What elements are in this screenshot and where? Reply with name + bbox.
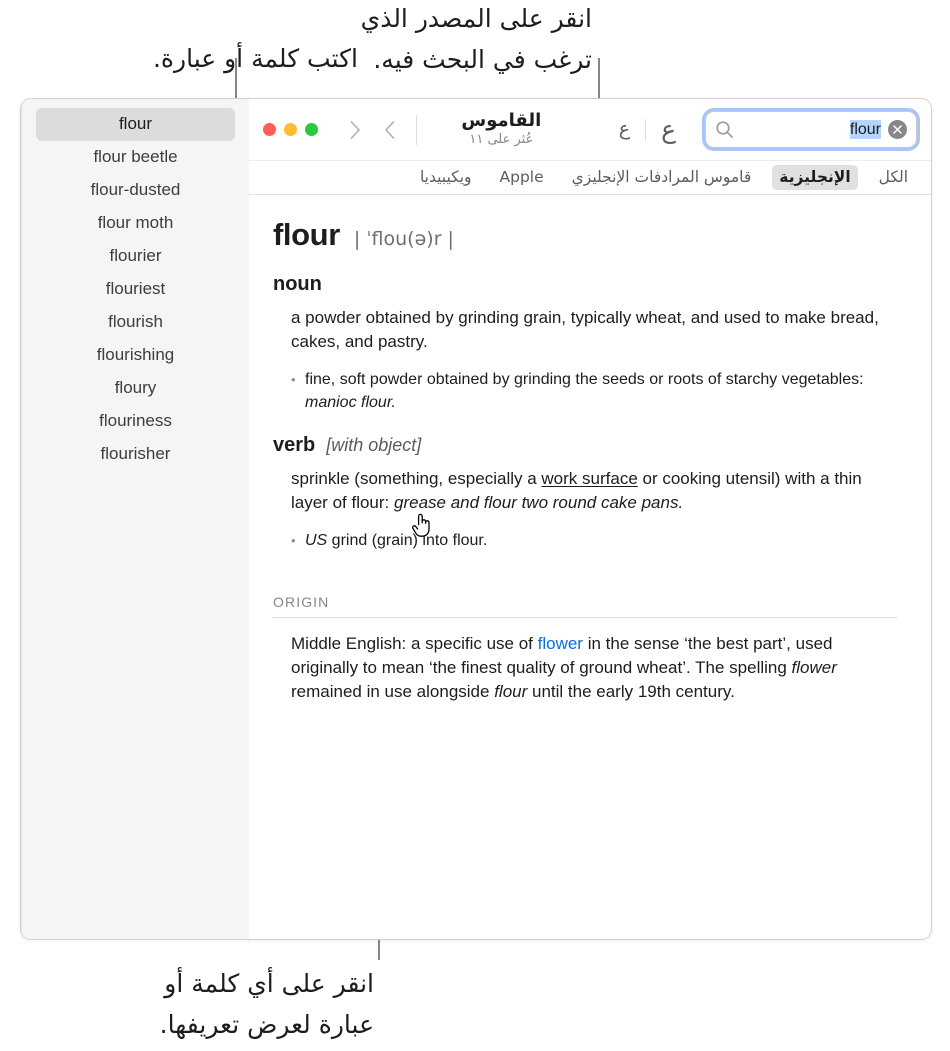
search-icon [716, 121, 733, 138]
zoom-window-button[interactable] [305, 123, 318, 136]
verb-sense-example: grease and flour two round cake pans. [394, 493, 684, 512]
sidebar-item-flouriness[interactable]: flouriness [36, 405, 235, 438]
increase-font-size-button[interactable]: ع [646, 117, 691, 142]
back-chevron-icon[interactable] [372, 115, 406, 145]
search-input-value: flour [849, 119, 881, 139]
verb-label: verb [273, 434, 316, 456]
window-toolbar: القاموس عُثر على ١١ ع ع flour [249, 99, 931, 160]
sidebar-item-flourishing[interactable]: flourishing [36, 339, 235, 372]
origin-italic-flour: flour [494, 682, 528, 701]
navigation-buttons [338, 114, 417, 145]
search-input[interactable]: flour [734, 119, 888, 139]
search-field[interactable]: flour [705, 111, 917, 148]
sidebar-item-flourish[interactable]: flourish [36, 306, 235, 339]
results-sidebar: flour flour beetle flour-dusted flour mo… [21, 99, 249, 939]
callout-source-text: انقر على المصدر الذي ترغب في البحث فيه. [360, 4, 592, 74]
dictionary-entry: flour | ˈflou(ə)r | noun a powder obtain… [249, 195, 931, 939]
tab-wikipedia[interactable]: ويكيبيديا [413, 165, 479, 190]
tab-apple[interactable]: Apple [493, 165, 551, 190]
origin-heading: ORIGIN [273, 594, 897, 618]
origin-part1: Middle English: a specific use of [291, 634, 538, 653]
close-window-button[interactable] [263, 123, 276, 136]
forward-chevron-icon[interactable] [338, 115, 372, 145]
noun-subsense-example: manioc flour. [305, 394, 396, 411]
tab-english[interactable]: الإنجليزية [772, 165, 858, 190]
verb-part-of-speech-row: verb [with object] [273, 434, 903, 457]
verb-subsense-region: US [305, 532, 328, 549]
decrease-font-size-button[interactable]: ع [604, 120, 645, 139]
results-count-label: عُثر على ١١ [469, 131, 534, 147]
sidebar-item-floury[interactable]: floury [36, 372, 235, 405]
noun-subsense-text: fine, soft powder obtained by grinding t… [305, 371, 864, 388]
sidebar-item-flour-beetle[interactable]: flour beetle [36, 141, 235, 174]
sidebar-item-flouriest[interactable]: flouriest [36, 273, 235, 306]
origin-part3: remained in use alongside [291, 682, 495, 701]
work-surface-link[interactable]: work surface [541, 469, 637, 488]
sidebar-item-flour-moth[interactable]: flour moth [36, 207, 235, 240]
clear-search-icon[interactable] [888, 120, 907, 139]
origin-part4: until the early 19th century. [527, 682, 735, 701]
entry-headword: flour [273, 217, 340, 252]
verb-subsense-1: US grind (grain) into flour. [291, 529, 903, 552]
sidebar-item-flour-dusted[interactable]: flour-dusted [36, 174, 235, 207]
main-pane: القاموس عُثر على ١١ ع ع flour الكل الإنج… [249, 99, 931, 939]
sidebar-item-flourisher[interactable]: flourisher [36, 438, 235, 471]
verb-sense-1: sprinkle (something, especially a work s… [291, 467, 903, 515]
noun-subsense-1: fine, soft powder obtained by grinding t… [291, 368, 903, 414]
tab-all[interactable]: الكل [872, 165, 915, 190]
toolbar-title-block: القاموس عُثر على ١١ [417, 109, 604, 149]
callout-click-word-text: انقر على أي كلمة أو عبارة لعرض تعريفها. [159, 969, 374, 1039]
entry-headword-row: flour | ˈflou(ə)r | [273, 217, 903, 253]
sidebar-item-flourier[interactable]: flourier [36, 240, 235, 273]
origin-text: Middle English: a specific use of flower… [291, 632, 903, 704]
window-title: القاموس [461, 109, 542, 131]
noun-part-of-speech-row: noun [273, 273, 903, 296]
flower-link[interactable]: flower [538, 634, 583, 653]
minimize-window-button[interactable] [284, 123, 297, 136]
window-traffic-lights [263, 123, 334, 136]
font-size-controls: ع ع [604, 117, 691, 142]
entry-phonetic: | ˈflou(ə)r | [353, 228, 454, 250]
noun-sense-1: a powder obtained by grinding grain, typ… [291, 308, 879, 351]
verb-subsense-text: grind (grain) into flour. [327, 532, 488, 549]
verb-grammar-note: [with object] [326, 435, 422, 455]
noun-label: noun [273, 273, 322, 295]
source-tab-bar: الكل الإنجليزية قاموس المرادفات الإنجليز… [249, 160, 931, 195]
callout-type-word-text: اكتب كلمة أو عبارة. [152, 44, 358, 73]
dictionary-window: flour flour beetle flour-dusted flour mo… [20, 98, 932, 940]
tab-thesaurus[interactable]: قاموس المرادفات الإنجليزي [565, 165, 759, 190]
toolbar-divider [645, 118, 647, 141]
verb-sense-part1: sprinkle (something, especially a [291, 469, 542, 488]
origin-italic-flower: flower [791, 658, 837, 677]
sidebar-item-flour[interactable]: flour [36, 108, 235, 141]
